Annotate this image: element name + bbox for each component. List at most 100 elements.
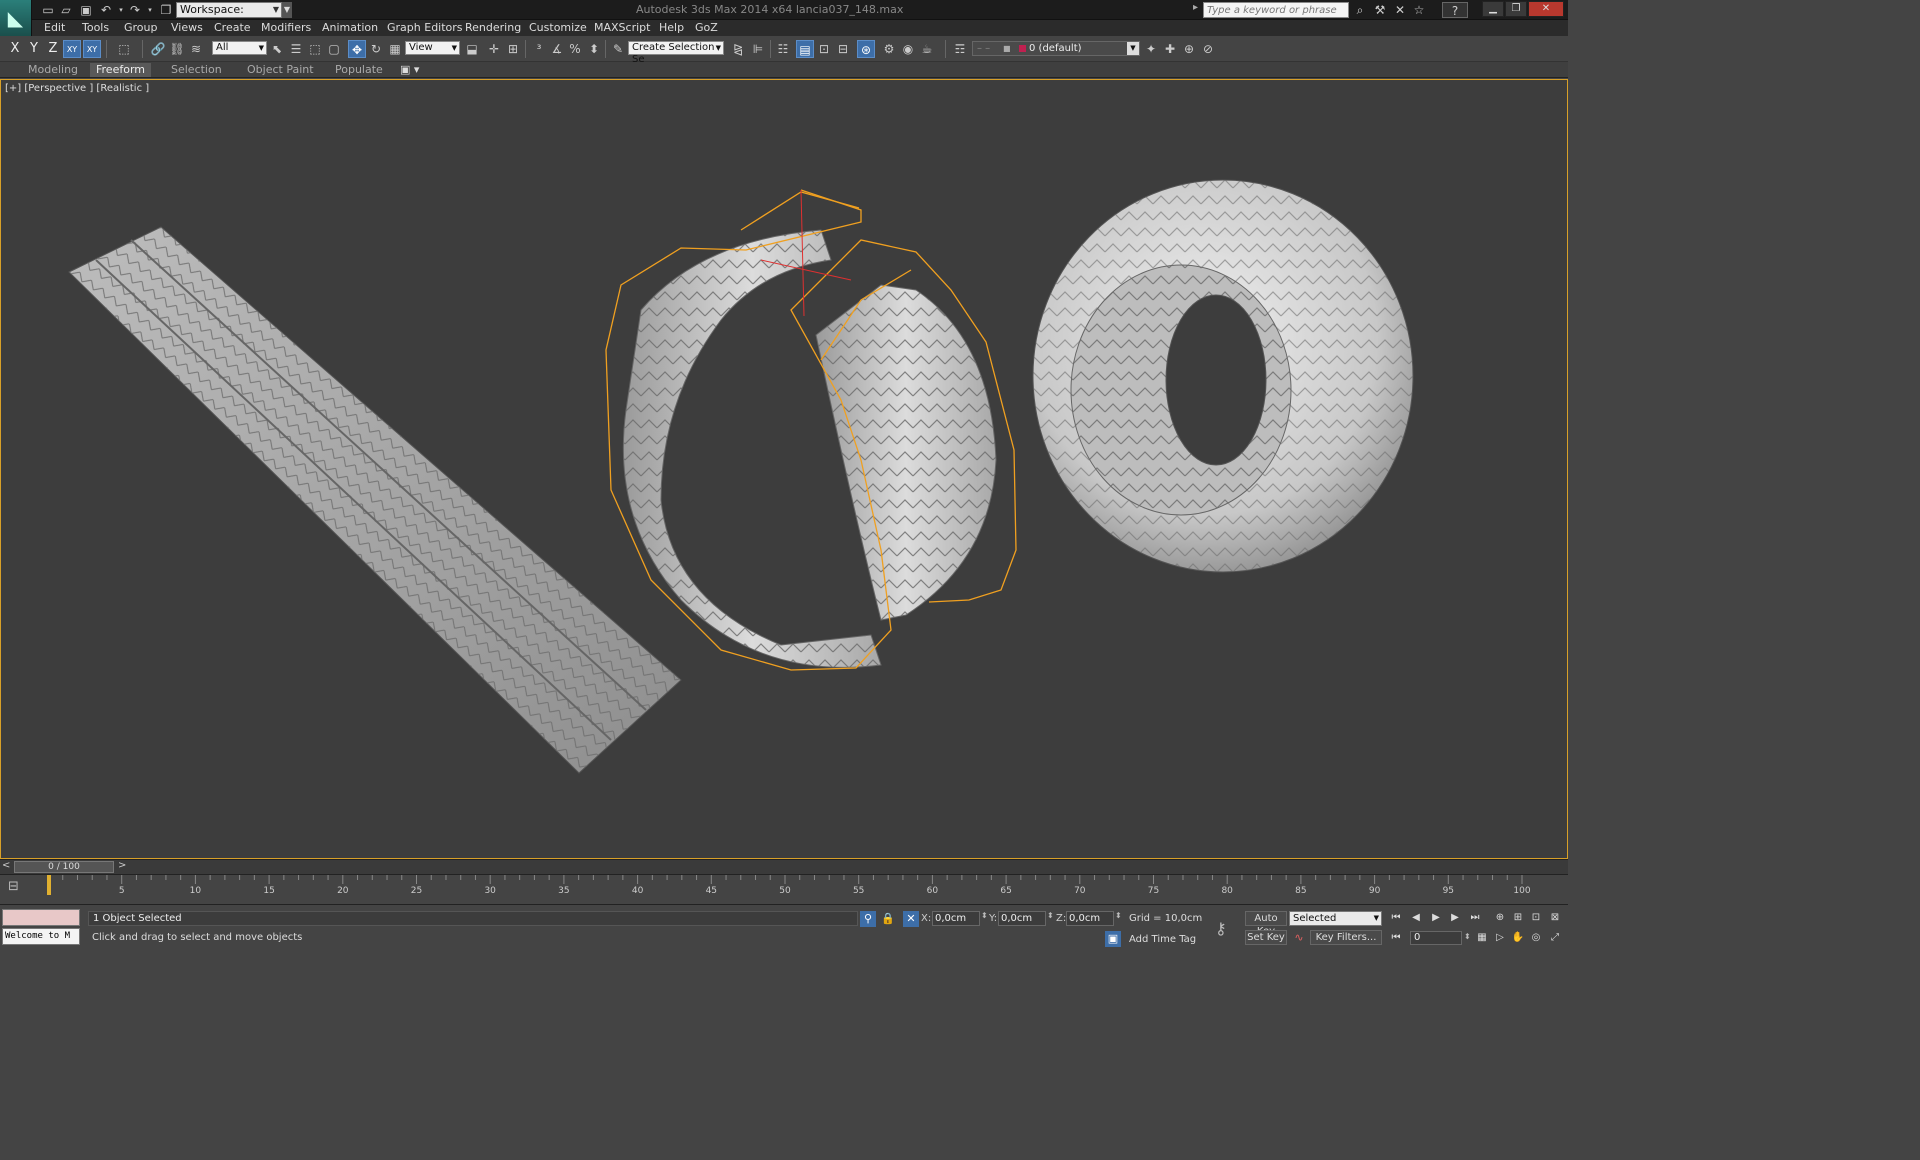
- pivot-center-icon[interactable]: ⬓: [463, 40, 481, 58]
- tab-freeform[interactable]: Freeform: [90, 63, 151, 77]
- time-configuration-icon[interactable]: ▦: [1474, 930, 1490, 946]
- current-frame-field[interactable]: 0: [1410, 931, 1462, 945]
- z-spinner-icon[interactable]: ⬍: [1115, 911, 1122, 920]
- tab-object-paint[interactable]: Object Paint: [241, 63, 320, 77]
- redo-dropdown-icon[interactable]: ▾: [142, 2, 158, 18]
- zoom-icon[interactable]: ⊕: [1492, 910, 1508, 926]
- reference-coordinate-select[interactable]: View ▼: [405, 41, 460, 55]
- axis-xy-plane-button[interactable]: XY: [83, 40, 101, 58]
- curve-editor-icon[interactable]: ⊡: [815, 40, 833, 58]
- menu-views[interactable]: Views: [171, 21, 203, 34]
- axis-x-button[interactable]: X: [7, 40, 23, 58]
- menu-create[interactable]: Create: [214, 21, 251, 34]
- maxscript-mini-listener[interactable]: [2, 909, 80, 926]
- save-file-icon[interactable]: ▣: [78, 2, 94, 18]
- curve-editor-toggle-icon[interactable]: ⊟: [8, 879, 19, 894]
- x-spinner-icon[interactable]: ⬍: [981, 911, 988, 920]
- maximize-viewport-icon[interactable]: ⤢: [1547, 930, 1563, 946]
- redo-icon[interactable]: ↷: [127, 2, 143, 18]
- mirror-icon[interactable]: ⧎: [729, 40, 747, 58]
- menu-customize[interactable]: Customize: [529, 21, 587, 34]
- key-mode-toggle-icon[interactable]: ⏮: [1388, 930, 1404, 946]
- close-button[interactable]: ✕: [1528, 1, 1564, 17]
- next-frame-icon[interactable]: ▶: [1447, 910, 1463, 926]
- angle-snap-icon[interactable]: ∡: [548, 40, 566, 58]
- current-frame-marker[interactable]: [47, 875, 51, 895]
- align-icon[interactable]: ⊫: [749, 40, 767, 58]
- zoom-all-icon[interactable]: ⊞: [1510, 910, 1526, 926]
- track-bar[interactable]: ⊟ 5 10 15 20 25 30 35 40 45 50 55 60 65 70 75 80 85 90 95 1…: [0, 874, 1568, 904]
- minimize-button[interactable]: ▁: [1482, 1, 1504, 17]
- tab-populate[interactable]: Populate: [329, 63, 389, 77]
- previous-frame-icon[interactable]: ◀: [1408, 910, 1424, 926]
- menu-goz[interactable]: GoZ: [695, 21, 718, 34]
- zoom-extents-icon[interactable]: ⊡: [1528, 910, 1544, 926]
- search-expand-icon[interactable]: ▸: [1193, 2, 1198, 13]
- time-tag-icon[interactable]: ▣: [1105, 931, 1121, 947]
- go-to-start-icon[interactable]: ⏮: [1388, 910, 1404, 926]
- menu-graph-editors[interactable]: Graph Editors: [387, 21, 463, 34]
- field-of-view-icon[interactable]: ▷: [1492, 930, 1508, 946]
- key-icon[interactable]: ⚷: [1215, 919, 1227, 938]
- workspace-select[interactable]: Workspace: Default ▼: [176, 2, 282, 30]
- selection-filter-select[interactable]: All ▼: [212, 41, 267, 55]
- graphite-modeling-icon[interactable]: ▤: [796, 40, 814, 58]
- link-icon[interactable]: 🔗: [149, 40, 167, 58]
- menu-animation[interactable]: Animation: [322, 21, 378, 34]
- selection-lock-icon[interactable]: 🔒: [880, 911, 896, 927]
- menu-tools[interactable]: Tools: [82, 21, 109, 34]
- absolute-mode-icon[interactable]: ✕: [903, 911, 919, 927]
- help-icon[interactable]: ?: [1442, 2, 1468, 18]
- go-to-end-icon[interactable]: ⏭: [1467, 910, 1483, 926]
- isolate-selection-icon[interactable]: ⚲: [860, 911, 876, 927]
- z-coordinate-field[interactable]: 0,0cm: [1066, 911, 1114, 926]
- split-tire-mesh-selected[interactable]: [605, 189, 1017, 671]
- x-coordinate-field[interactable]: 0,0cm: [932, 911, 980, 926]
- select-and-move-icon[interactable]: ✥: [348, 40, 366, 58]
- select-object-icon[interactable]: ⬉: [268, 40, 286, 58]
- subscription-icon[interactable]: ⚒: [1372, 2, 1388, 18]
- viewport-label[interactable]: [+] [Perspective ] [Realistic ]: [5, 83, 149, 94]
- orbit-icon[interactable]: ◎: [1528, 930, 1544, 946]
- set-current-layer-icon[interactable]: ⊘: [1199, 40, 1217, 58]
- frame-spinner-icon[interactable]: ⬍: [1464, 932, 1471, 941]
- open-file-icon[interactable]: ▱: [58, 2, 74, 18]
- app-menu-button[interactable]: ◣: [0, 0, 32, 36]
- select-and-rotate-icon[interactable]: ↻: [367, 40, 385, 58]
- edit-named-selection-icon[interactable]: ✎: [609, 40, 627, 58]
- perspective-viewport[interactable]: [+] [Perspective ] [Realistic ]: [0, 79, 1568, 859]
- project-folder-icon[interactable]: ❐: [158, 2, 174, 18]
- menu-help[interactable]: Help: [659, 21, 684, 34]
- layer-properties-icon[interactable]: ☶: [951, 40, 969, 58]
- undo-icon[interactable]: ↶: [98, 2, 114, 18]
- render-setup-icon[interactable]: ⚙: [880, 40, 898, 58]
- bind-space-warp-icon[interactable]: ≋: [187, 40, 205, 58]
- menu-modifiers[interactable]: Modifiers: [261, 21, 311, 34]
- time-slider-prev[interactable]: <: [2, 860, 10, 871]
- unlink-icon[interactable]: ⛓: [168, 40, 186, 58]
- layer-select[interactable]: – – ■ 0 (default) ▼: [972, 41, 1140, 56]
- select-by-name-icon[interactable]: ☰: [287, 40, 305, 58]
- time-slider-next[interactable]: >: [118, 860, 126, 871]
- schematic-view-icon[interactable]: ⊟: [834, 40, 852, 58]
- menu-maxscript[interactable]: MAXScript: [594, 21, 650, 34]
- complete-tire-mesh[interactable]: [1032, 179, 1414, 573]
- menu-rendering[interactable]: Rendering: [465, 21, 521, 34]
- axis-z-button[interactable]: Z: [45, 40, 61, 58]
- quick-access-dropdown-icon[interactable]: ▼: [282, 2, 292, 18]
- search-input[interactable]: Type a keyword or phrase: [1203, 2, 1349, 18]
- time-slider-thumb[interactable]: 0 / 100: [14, 861, 114, 873]
- menu-edit[interactable]: Edit: [44, 21, 65, 34]
- time-slider[interactable]: < 0 / 100 >: [0, 859, 1568, 874]
- key-filters-button[interactable]: Key Filters...: [1310, 930, 1382, 945]
- select-layer-objects-icon[interactable]: ⊕: [1180, 40, 1198, 58]
- communication-icon[interactable]: ✕: [1392, 2, 1408, 18]
- named-selection-select[interactable]: Create Selection Se ▼: [628, 41, 724, 65]
- spinner-snap-icon[interactable]: ⬍: [585, 40, 603, 58]
- keyboard-shortcut-override-icon[interactable]: ⊞: [504, 40, 522, 58]
- y-coordinate-field[interactable]: 0,0cm: [998, 911, 1046, 926]
- pan-view-icon[interactable]: ✋: [1510, 930, 1526, 946]
- binoculars-icon[interactable]: ⌕: [1352, 2, 1368, 18]
- axis-xy-button[interactable]: XY: [63, 40, 81, 58]
- maximize-button[interactable]: ❐: [1505, 1, 1527, 17]
